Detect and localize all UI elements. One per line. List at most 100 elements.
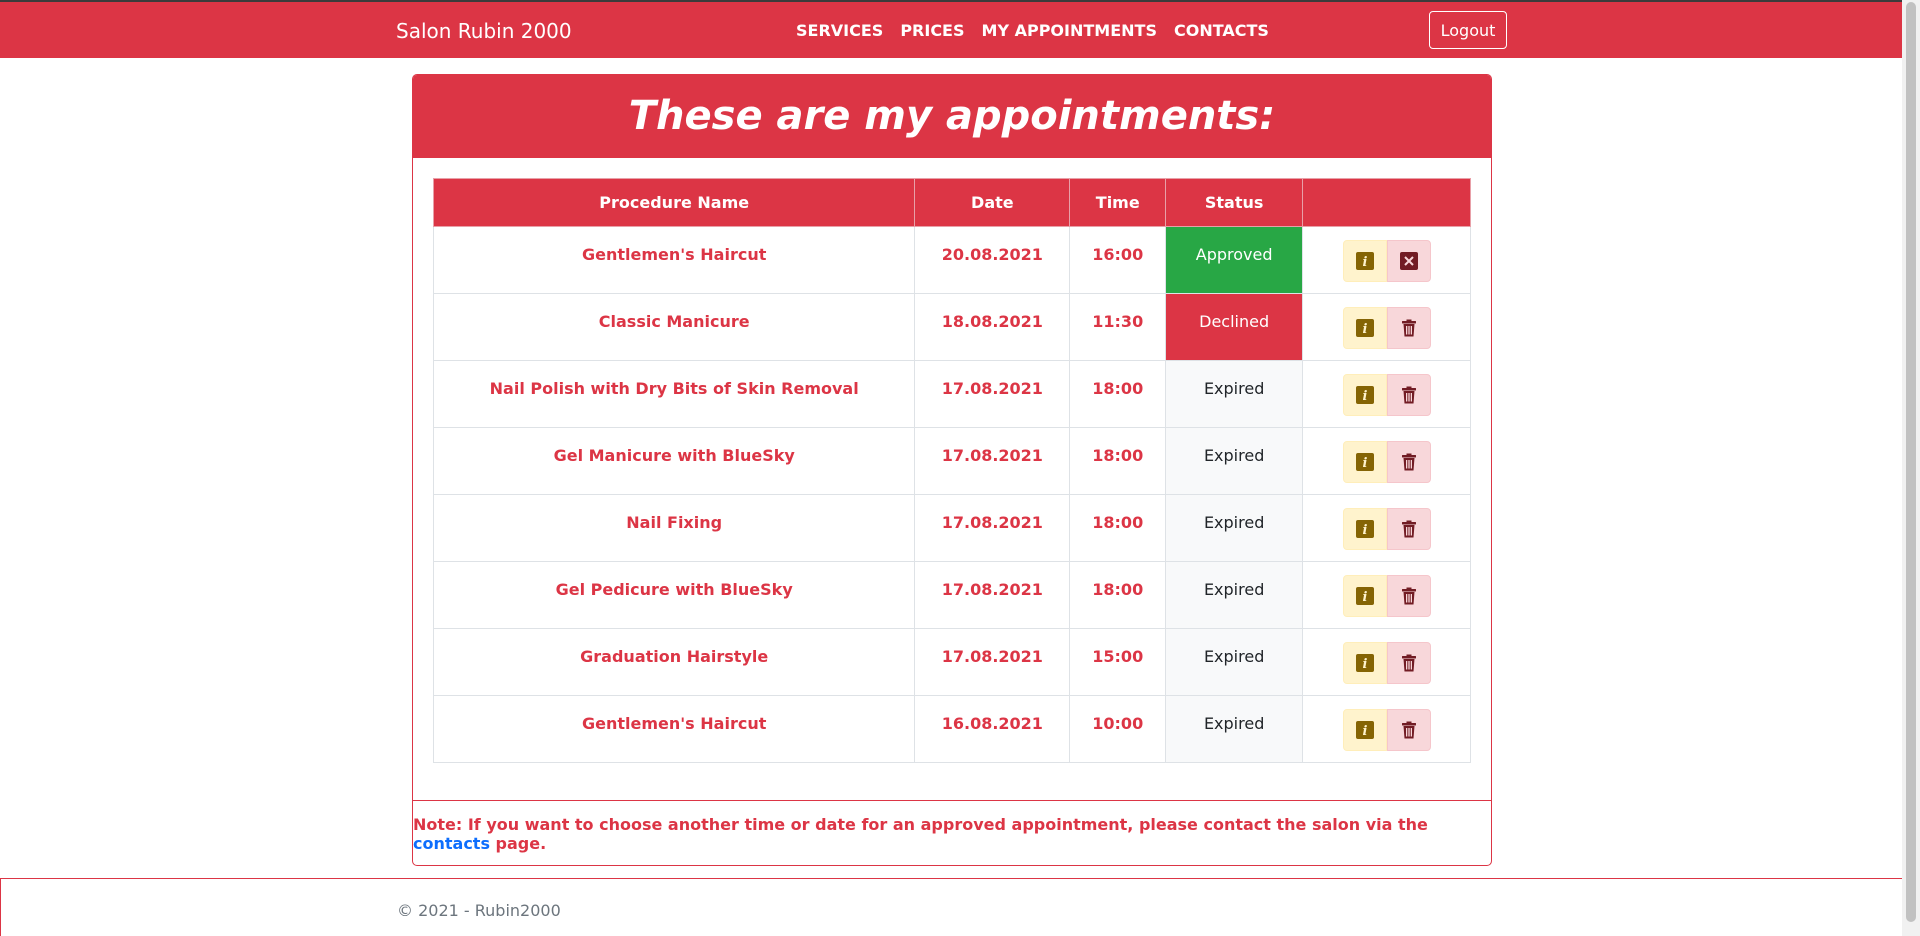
table-row: Gentlemen's Haircut 16.08.2021 10:00 Expire… (432, 695, 1471, 763)
procedure-name-cell: Gel Pedicure with BlueSky (432, 561, 916, 629)
nav-links: SERVICES PRICES MY APPOINTMENTS CONTACTS (796, 21, 1269, 40)
nav-link-my-appointments[interactable]: MY APPOINTMENTS (982, 21, 1157, 40)
cancel-button[interactable] (1386, 240, 1431, 282)
svg-text:i: i (1362, 724, 1367, 739)
trash-icon (1401, 453, 1416, 471)
action-button-group: i (1342, 307, 1431, 349)
table-row: Gel Manicure with BlueSky 17.08.2021 18:00… (432, 427, 1471, 495)
info-icon: i (1355, 386, 1374, 404)
status-cell: Expired (1165, 427, 1304, 495)
time-cell: 10:00 (1069, 695, 1167, 763)
nav-link-contacts[interactable]: CONTACTS (1174, 21, 1269, 40)
status-cell: Expired (1165, 695, 1304, 763)
info-icon: i (1355, 654, 1374, 672)
actions-cell: i (1302, 494, 1471, 562)
page-title: These are my appointments: (628, 93, 1276, 139)
delete-button[interactable] (1386, 709, 1431, 751)
time-cell: 18:00 (1069, 427, 1167, 495)
time-cell: 18:00 (1069, 360, 1167, 428)
date-cell: 17.08.2021 (914, 628, 1071, 696)
logout-button[interactable]: Logout (1429, 11, 1507, 49)
svg-text:i: i (1362, 389, 1367, 404)
actions-cell: i (1302, 226, 1471, 294)
date-cell: 16.08.2021 (914, 695, 1071, 763)
date-cell: 17.08.2021 (914, 561, 1071, 629)
nav-link-prices[interactable]: PRICES (900, 21, 964, 40)
note-text: Note: If you want to choose another time… (413, 814, 1428, 834)
action-button-group: i (1342, 508, 1431, 550)
time-cell: 18:00 (1069, 494, 1167, 562)
info-button[interactable]: i (1342, 575, 1387, 617)
svg-text:i: i (1362, 590, 1367, 605)
table-row: Nail Fixing 17.08.2021 18:00 Expired i (432, 494, 1471, 562)
trash-icon (1401, 721, 1416, 739)
info-button[interactable]: i (1342, 709, 1387, 751)
table-header-row: Procedure Name Date Time Status (432, 178, 1471, 227)
contacts-link[interactable]: contacts (413, 834, 490, 853)
delete-button[interactable] (1386, 575, 1431, 617)
status-cell: Expired (1165, 494, 1304, 562)
trash-icon (1401, 520, 1416, 538)
date-cell: 17.08.2021 (914, 427, 1071, 495)
procedure-name-cell: Nail Fixing (432, 494, 916, 562)
procedure-name-cell: Classic Manicure (432, 293, 916, 361)
close-icon (1399, 252, 1418, 270)
info-button[interactable]: i (1342, 441, 1387, 483)
action-button-group: i (1342, 575, 1431, 617)
info-button[interactable]: i (1342, 642, 1387, 684)
time-cell: 18:00 (1069, 561, 1167, 629)
table-body: Gentlemen's Haircut 20.08.2021 16:00 Approv… (432, 226, 1471, 763)
status-cell: Expired (1165, 360, 1304, 428)
info-button[interactable]: i (1342, 240, 1387, 282)
action-button-group: i (1342, 240, 1431, 282)
actions-cell: i (1302, 293, 1471, 361)
header-actions (1302, 178, 1471, 227)
info-icon: i (1355, 453, 1374, 471)
info-button[interactable]: i (1342, 508, 1387, 550)
scrollbar[interactable] (1902, 0, 1920, 936)
delete-button[interactable] (1386, 374, 1431, 416)
info-button[interactable]: i (1342, 307, 1387, 349)
time-cell: 15:00 (1069, 628, 1167, 696)
delete-button[interactable] (1386, 307, 1431, 349)
note: Note: If you want to choose another time… (413, 800, 1491, 865)
action-button-group: i (1342, 642, 1431, 684)
action-button-group: i (1342, 441, 1431, 483)
info-icon: i (1355, 721, 1374, 739)
navbar: Salon Rubin 2000 SERVICES PRICES MY APPO… (0, 2, 1902, 58)
footer-copyright: © 2021 - Rubin2000 (397, 901, 561, 920)
trash-icon (1401, 319, 1416, 337)
action-button-group: i (1342, 374, 1431, 416)
procedure-name-cell: Gentlemen's Haircut (432, 226, 916, 294)
header-procedure-name: Procedure Name (432, 178, 916, 227)
table-row: Gel Pedicure with BlueSky 17.08.2021 18:00… (432, 561, 1471, 629)
status-cell: Declined (1165, 293, 1304, 361)
brand-link[interactable]: Salon Rubin 2000 (396, 19, 572, 43)
delete-button[interactable] (1386, 441, 1431, 483)
status-cell: Expired (1165, 561, 1304, 629)
actions-cell: i (1302, 360, 1471, 428)
actions-cell: i (1302, 427, 1471, 495)
info-button[interactable]: i (1342, 374, 1387, 416)
table-row: Graduation Hairstyle 17.08.2021 15:00 Expir… (432, 628, 1471, 696)
actions-cell: i (1302, 561, 1471, 629)
header-date: Date (914, 178, 1071, 227)
svg-text:i: i (1362, 657, 1367, 672)
trash-icon (1401, 386, 1416, 404)
info-icon: i (1355, 252, 1374, 270)
table-row: Gentlemen's Haircut 20.08.2021 16:00 Approv… (432, 226, 1471, 294)
trash-icon (1401, 587, 1416, 605)
procedure-name-cell: Gentlemen's Haircut (432, 695, 916, 763)
footer: © 2021 - Rubin2000 (0, 878, 1902, 936)
nav-link-services[interactable]: SERVICES (796, 21, 883, 40)
delete-button[interactable] (1386, 508, 1431, 550)
card-header: These are my appointments: (413, 75, 1491, 158)
info-icon: i (1355, 520, 1374, 538)
procedure-name-cell: Gel Manicure with BlueSky (432, 427, 916, 495)
scrollbar-thumb[interactable] (1906, 2, 1916, 922)
note-text-end: page. (489, 833, 547, 853)
actions-cell: i (1302, 695, 1471, 763)
delete-button[interactable] (1386, 642, 1431, 684)
header-time: Time (1069, 178, 1167, 227)
info-icon: i (1355, 587, 1374, 605)
